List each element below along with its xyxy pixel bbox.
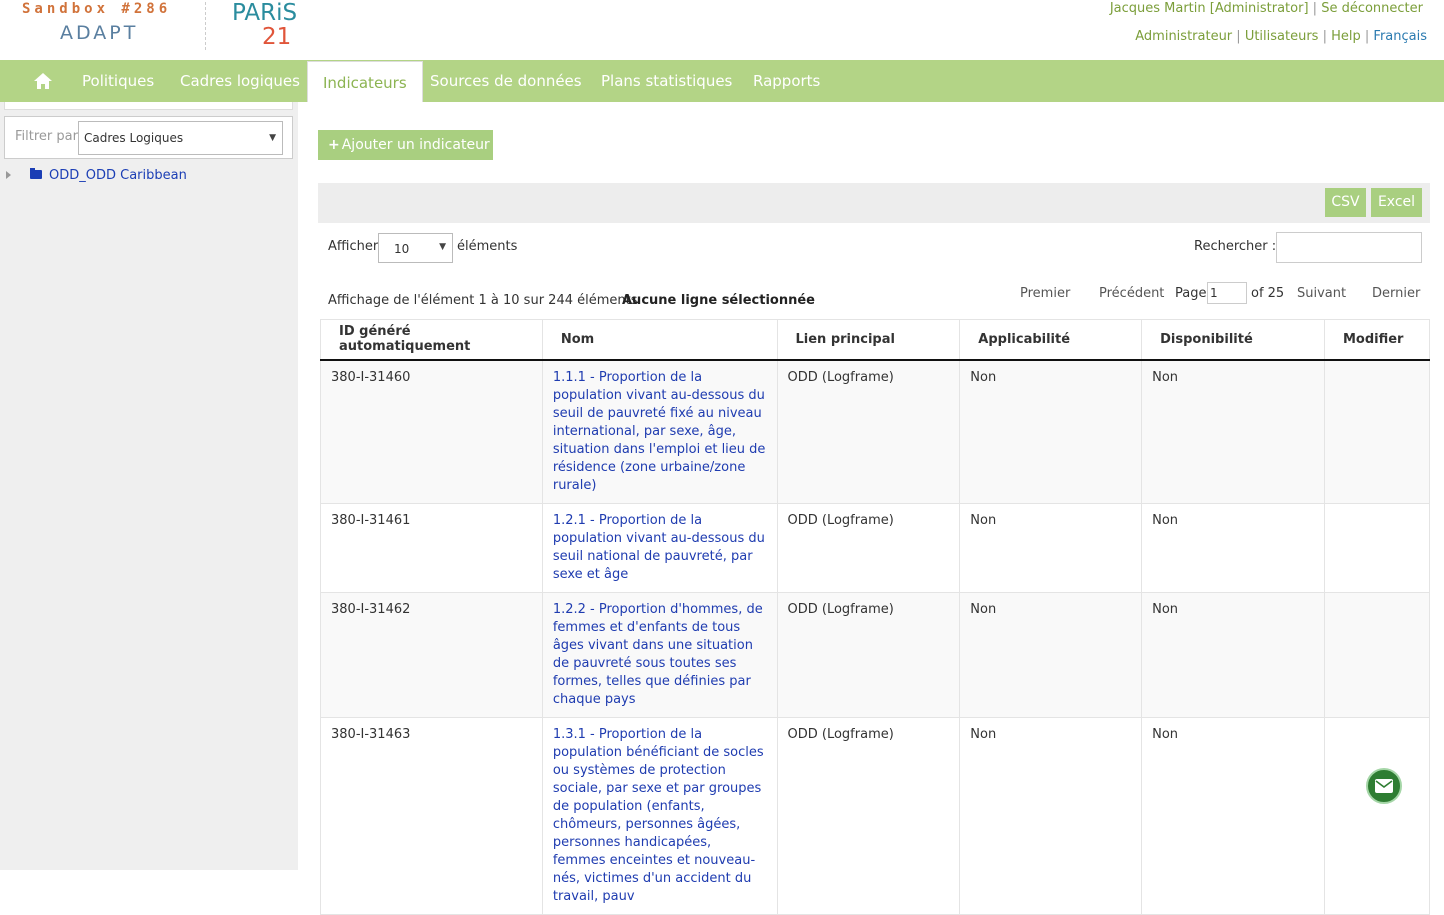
indicator-link[interactable]: 1.2.1 - Proportion de la population viva…	[553, 513, 765, 582]
indicator-link[interactable]: 1.3.1 - Proportion de la population béné…	[553, 727, 764, 904]
col-header-name[interactable]: Nom	[541, 319, 778, 361]
cell-id: 380-I-31460	[320, 359, 543, 504]
nav-plans-statistiques[interactable]: Plans statistiques	[586, 60, 747, 102]
nav-sources-donnees[interactable]: Sources de données	[415, 60, 597, 102]
add-indicator-button[interactable]: + Ajouter un indicateur	[318, 130, 493, 160]
pagination-last[interactable]: Dernier	[1372, 286, 1420, 301]
nav-cadres-logiques[interactable]: Cadres logiques	[165, 60, 315, 102]
excel-button[interactable]: Excel	[1371, 188, 1422, 217]
page-length-select[interactable]: 10 ▼	[378, 233, 453, 263]
brand-divider	[205, 2, 206, 50]
pagination-page-input[interactable]: 1	[1207, 282, 1247, 304]
tree-item-label[interactable]: ODD_ODD Caribbean	[49, 168, 187, 183]
cell-name: 1.2.2 - Proportion d'hommes, de femmes e…	[541, 591, 778, 718]
csv-button[interactable]: CSV	[1325, 188, 1366, 217]
indicator-link[interactable]: 1.1.1 - Proportion de la population viva…	[553, 370, 766, 493]
selection-info: Aucune ligne sélectionnée	[622, 293, 815, 308]
table-info: Affichage de l'élément 1 à 10 sur 244 él…	[328, 293, 638, 308]
cell-availability: Non	[1141, 591, 1325, 718]
cell-id: 380-I-31463	[320, 716, 543, 915]
caret-down-icon: ▼	[269, 133, 276, 143]
envelope-icon[interactable]	[1366, 768, 1402, 804]
cell-applicability: Non	[959, 502, 1143, 593]
cell-link: ODD (Logframe)	[776, 716, 961, 915]
col-header-id[interactable]: ID généré automatiquement	[320, 319, 543, 361]
cell-applicability: Non	[959, 359, 1143, 504]
col-header-applicability[interactable]: Applicabilité	[959, 319, 1143, 361]
cell-name: 1.2.1 - Proportion de la population viva…	[541, 502, 778, 593]
users-link[interactable]: Utilisateurs	[1245, 29, 1319, 44]
cell-applicability: Non	[959, 716, 1143, 915]
search-input[interactable]	[1276, 232, 1422, 263]
show-label: Afficher	[328, 239, 379, 254]
plus-icon: +	[328, 137, 340, 153]
brand-sandbox: Sandbox #286	[22, 1, 172, 17]
language-link[interactable]: Français	[1373, 29, 1427, 44]
caret-down-icon: ▼	[439, 242, 446, 252]
pagination-of: of 25	[1251, 286, 1285, 301]
sidebar: Filtrer par Cadres Logiques ▼ ODD_ODD Ca…	[0, 102, 298, 870]
indicators-table: ID généré automatiquement Nom Lien princ…	[320, 319, 1431, 915]
cell-link: ODD (Logframe)	[776, 591, 961, 718]
search-label: Rechercher :	[1194, 239, 1277, 254]
col-header-edit[interactable]: Modifier	[1323, 319, 1431, 361]
table-row[interactable]: 380-I-31462 1.2.2 - Proportion d'hommes,…	[320, 591, 1431, 718]
table-row[interactable]: 380-I-31461 1.2.1 - Proportion de la pop…	[320, 502, 1431, 593]
user-name-link[interactable]: Jacques Martin [Administrator]	[1110, 1, 1309, 16]
cell-availability: Non	[1141, 716, 1325, 915]
table-header-row: ID généré automatiquement Nom Lien princ…	[320, 319, 1431, 361]
filter-box: Filtrer par Cadres Logiques ▼	[4, 116, 293, 159]
cell-edit[interactable]	[1323, 359, 1431, 504]
page-length-value: 10	[394, 242, 410, 256]
nav-politiques[interactable]: Politiques	[67, 60, 169, 102]
main-navbar: Politiques Cadres logiques Indicateurs S…	[0, 60, 1444, 102]
cell-id: 380-I-31461	[320, 502, 543, 593]
nav-rapports[interactable]: Rapports	[738, 60, 835, 102]
cell-applicability: Non	[959, 591, 1143, 718]
cell-name: 1.1.1 - Proportion de la population viva…	[541, 359, 778, 504]
help-link[interactable]: Help	[1331, 29, 1361, 44]
filter-select-value: Cadres Logiques	[84, 131, 184, 145]
tree-expand-icon[interactable]	[6, 171, 11, 179]
cell-name: 1.3.1 - Proportion de la population béné…	[541, 716, 778, 915]
pagination-first[interactable]: Premier	[1020, 286, 1070, 301]
pagination-prev[interactable]: Précédent	[1099, 286, 1164, 301]
filter-label: Filtrer par	[15, 129, 78, 144]
col-header-link[interactable]: Lien principal	[776, 319, 961, 361]
brand-adapt[interactable]: ADAPT	[60, 22, 138, 44]
cell-id: 380-I-31462	[320, 591, 543, 718]
cell-availability: Non	[1141, 359, 1325, 504]
admin-link[interactable]: Administrateur	[1135, 29, 1232, 44]
cell-link: ODD (Logframe)	[776, 502, 961, 593]
logout-link[interactable]: Se déconnecter	[1321, 1, 1423, 16]
filter-select[interactable]: Cadres Logiques ▼	[78, 121, 283, 155]
cell-edit[interactable]	[1323, 591, 1431, 718]
table-row[interactable]: 380-I-31460 1.1.1 - Proportion de la pop…	[320, 359, 1431, 504]
show-suffix: éléments	[457, 239, 518, 254]
admin-links: Administrateur | Utilisateurs | Help | F…	[1135, 29, 1427, 44]
cell-edit[interactable]	[1323, 716, 1431, 915]
nav-indicateurs[interactable]: Indicateurs	[307, 61, 423, 102]
home-icon[interactable]	[30, 70, 56, 92]
col-header-availability[interactable]: Disponibilité	[1141, 319, 1325, 361]
paris21-logo-number: 21	[262, 24, 292, 50]
export-toolbar: CSV Excel	[318, 183, 1430, 223]
paris21-logo[interactable]: PARiS	[232, 0, 297, 26]
indicator-link[interactable]: 1.2.2 - Proportion d'hommes, de femmes e…	[553, 602, 763, 707]
user-line: Jacques Martin [Administrator] | Se déco…	[1109, 1, 1423, 16]
pagination-next[interactable]: Suivant	[1297, 286, 1346, 301]
pagination-page-label: Page	[1175, 286, 1207, 301]
sidebar-top-panel	[4, 102, 293, 110]
cell-edit[interactable]	[1323, 502, 1431, 593]
header: Sandbox #286 ADAPT PARiS 21 Jacques Mart…	[0, 0, 1444, 60]
table-row[interactable]: 380-I-31463 1.3.1 - Proportion de la pop…	[320, 716, 1431, 915]
cell-link: ODD (Logframe)	[776, 359, 961, 504]
cell-availability: Non	[1141, 502, 1325, 593]
folder-icon	[30, 168, 42, 179]
